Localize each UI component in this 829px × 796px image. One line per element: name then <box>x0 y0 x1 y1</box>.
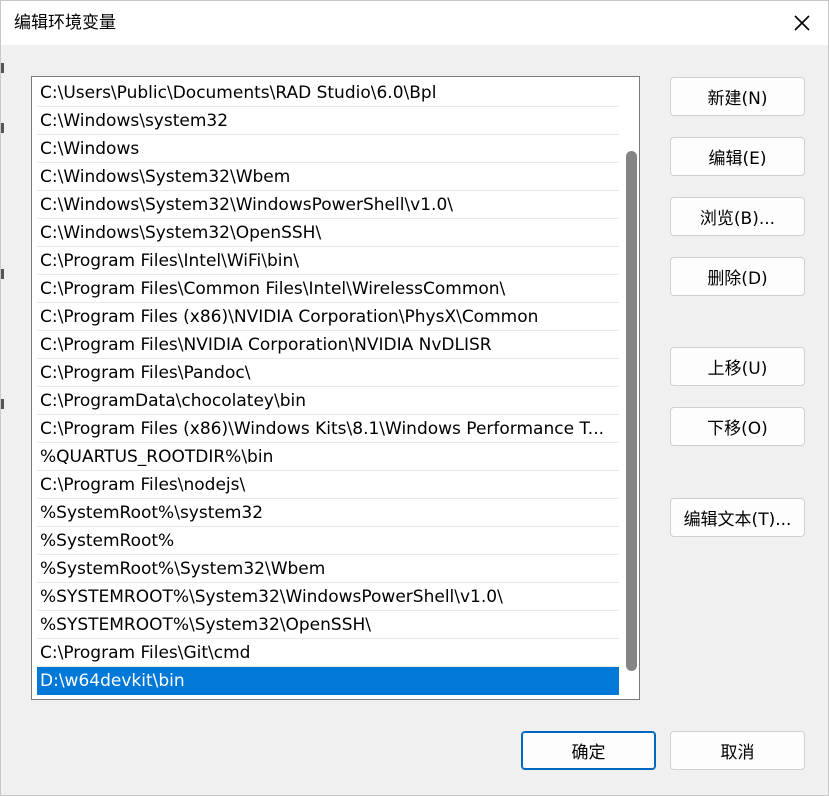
browse-button[interactable]: 浏览(B)... <box>670 197 805 236</box>
close-button[interactable] <box>782 7 822 39</box>
scrollbar-thumb[interactable] <box>626 151 637 671</box>
move-up-button[interactable]: 上移(U) <box>670 347 805 386</box>
dialog-title: 编辑环境变量 <box>14 13 116 33</box>
cancel-button[interactable]: 取消 <box>670 731 805 770</box>
path-list-item[interactable]: C:\Program Files\Common Files\Intel\Wire… <box>37 275 619 303</box>
delete-button[interactable]: 删除(D) <box>670 257 805 296</box>
background-edge <box>1 123 4 133</box>
path-list-item[interactable]: C:\Program Files\nodejs\ <box>37 471 619 499</box>
path-list-item[interactable]: C:\Program Files\Git\cmd <box>37 639 619 667</box>
background-edge <box>1 269 4 279</box>
title-bar: 编辑环境变量 <box>1 1 828 45</box>
path-list-item[interactable]: C:\Windows <box>37 135 619 163</box>
path-list-item[interactable]: C:\Program Files\Intel\WiFi\bin\ <box>37 247 619 275</box>
path-list-item[interactable]: C:\Windows\System32\OpenSSH\ <box>37 219 619 247</box>
path-list-item[interactable]: C:\Program Files (x86)\Windows Kits\8.1\… <box>37 415 619 443</box>
path-list-item[interactable]: C:\Program Files\NVIDIA Corporation\NVID… <box>37 331 619 359</box>
path-list-item[interactable]: %QUARTUS_ROOTDIR%\bin <box>37 443 619 471</box>
path-list-item[interactable]: %SYSTEMROOT%\System32\OpenSSH\ <box>37 611 619 639</box>
path-list-item[interactable]: C:\Program Files\Pandoc\ <box>37 359 619 387</box>
vertical-scrollbar[interactable] <box>619 77 639 699</box>
edit-env-var-dialog: 编辑环境变量 C:\Users\Public\Documents\RAD Stu… <box>0 0 829 796</box>
ok-button[interactable]: 确定 <box>521 731 656 770</box>
edit-button[interactable]: 编辑(E) <box>670 137 805 176</box>
close-icon <box>794 15 810 31</box>
path-list-item[interactable]: C:\Windows\system32 <box>37 107 619 135</box>
edit-text-button[interactable]: 编辑文本(T)... <box>670 498 805 537</box>
path-list-item[interactable]: C:\ProgramData\chocolatey\bin <box>37 387 619 415</box>
path-list: C:\Users\Public\Documents\RAD Studio\6.0… <box>37 79 619 695</box>
background-edge <box>1 63 4 73</box>
path-list-item[interactable]: %SystemRoot% <box>37 527 619 555</box>
path-list-item[interactable]: %SystemRoot%\system32 <box>37 499 619 527</box>
path-listbox[interactable]: C:\Users\Public\Documents\RAD Studio\6.0… <box>31 76 640 700</box>
path-list-item[interactable]: D:\w64devkit\bin <box>37 667 619 695</box>
path-list-item[interactable]: C:\Program Files (x86)\NVIDIA Corporatio… <box>37 303 619 331</box>
path-list-item[interactable]: C:\Users\Public\Documents\RAD Studio\6.0… <box>37 79 619 107</box>
path-list-item[interactable]: C:\Windows\System32\Wbem <box>37 163 619 191</box>
move-down-button[interactable]: 下移(O) <box>670 407 805 446</box>
background-edge <box>1 399 4 409</box>
path-list-item[interactable]: %SystemRoot%\System32\Wbem <box>37 555 619 583</box>
new-button[interactable]: 新建(N) <box>670 77 805 116</box>
path-list-item[interactable]: C:\Windows\System32\WindowsPowerShell\v1… <box>37 191 619 219</box>
path-list-item[interactable]: %SYSTEMROOT%\System32\WindowsPowerShell\… <box>37 583 619 611</box>
